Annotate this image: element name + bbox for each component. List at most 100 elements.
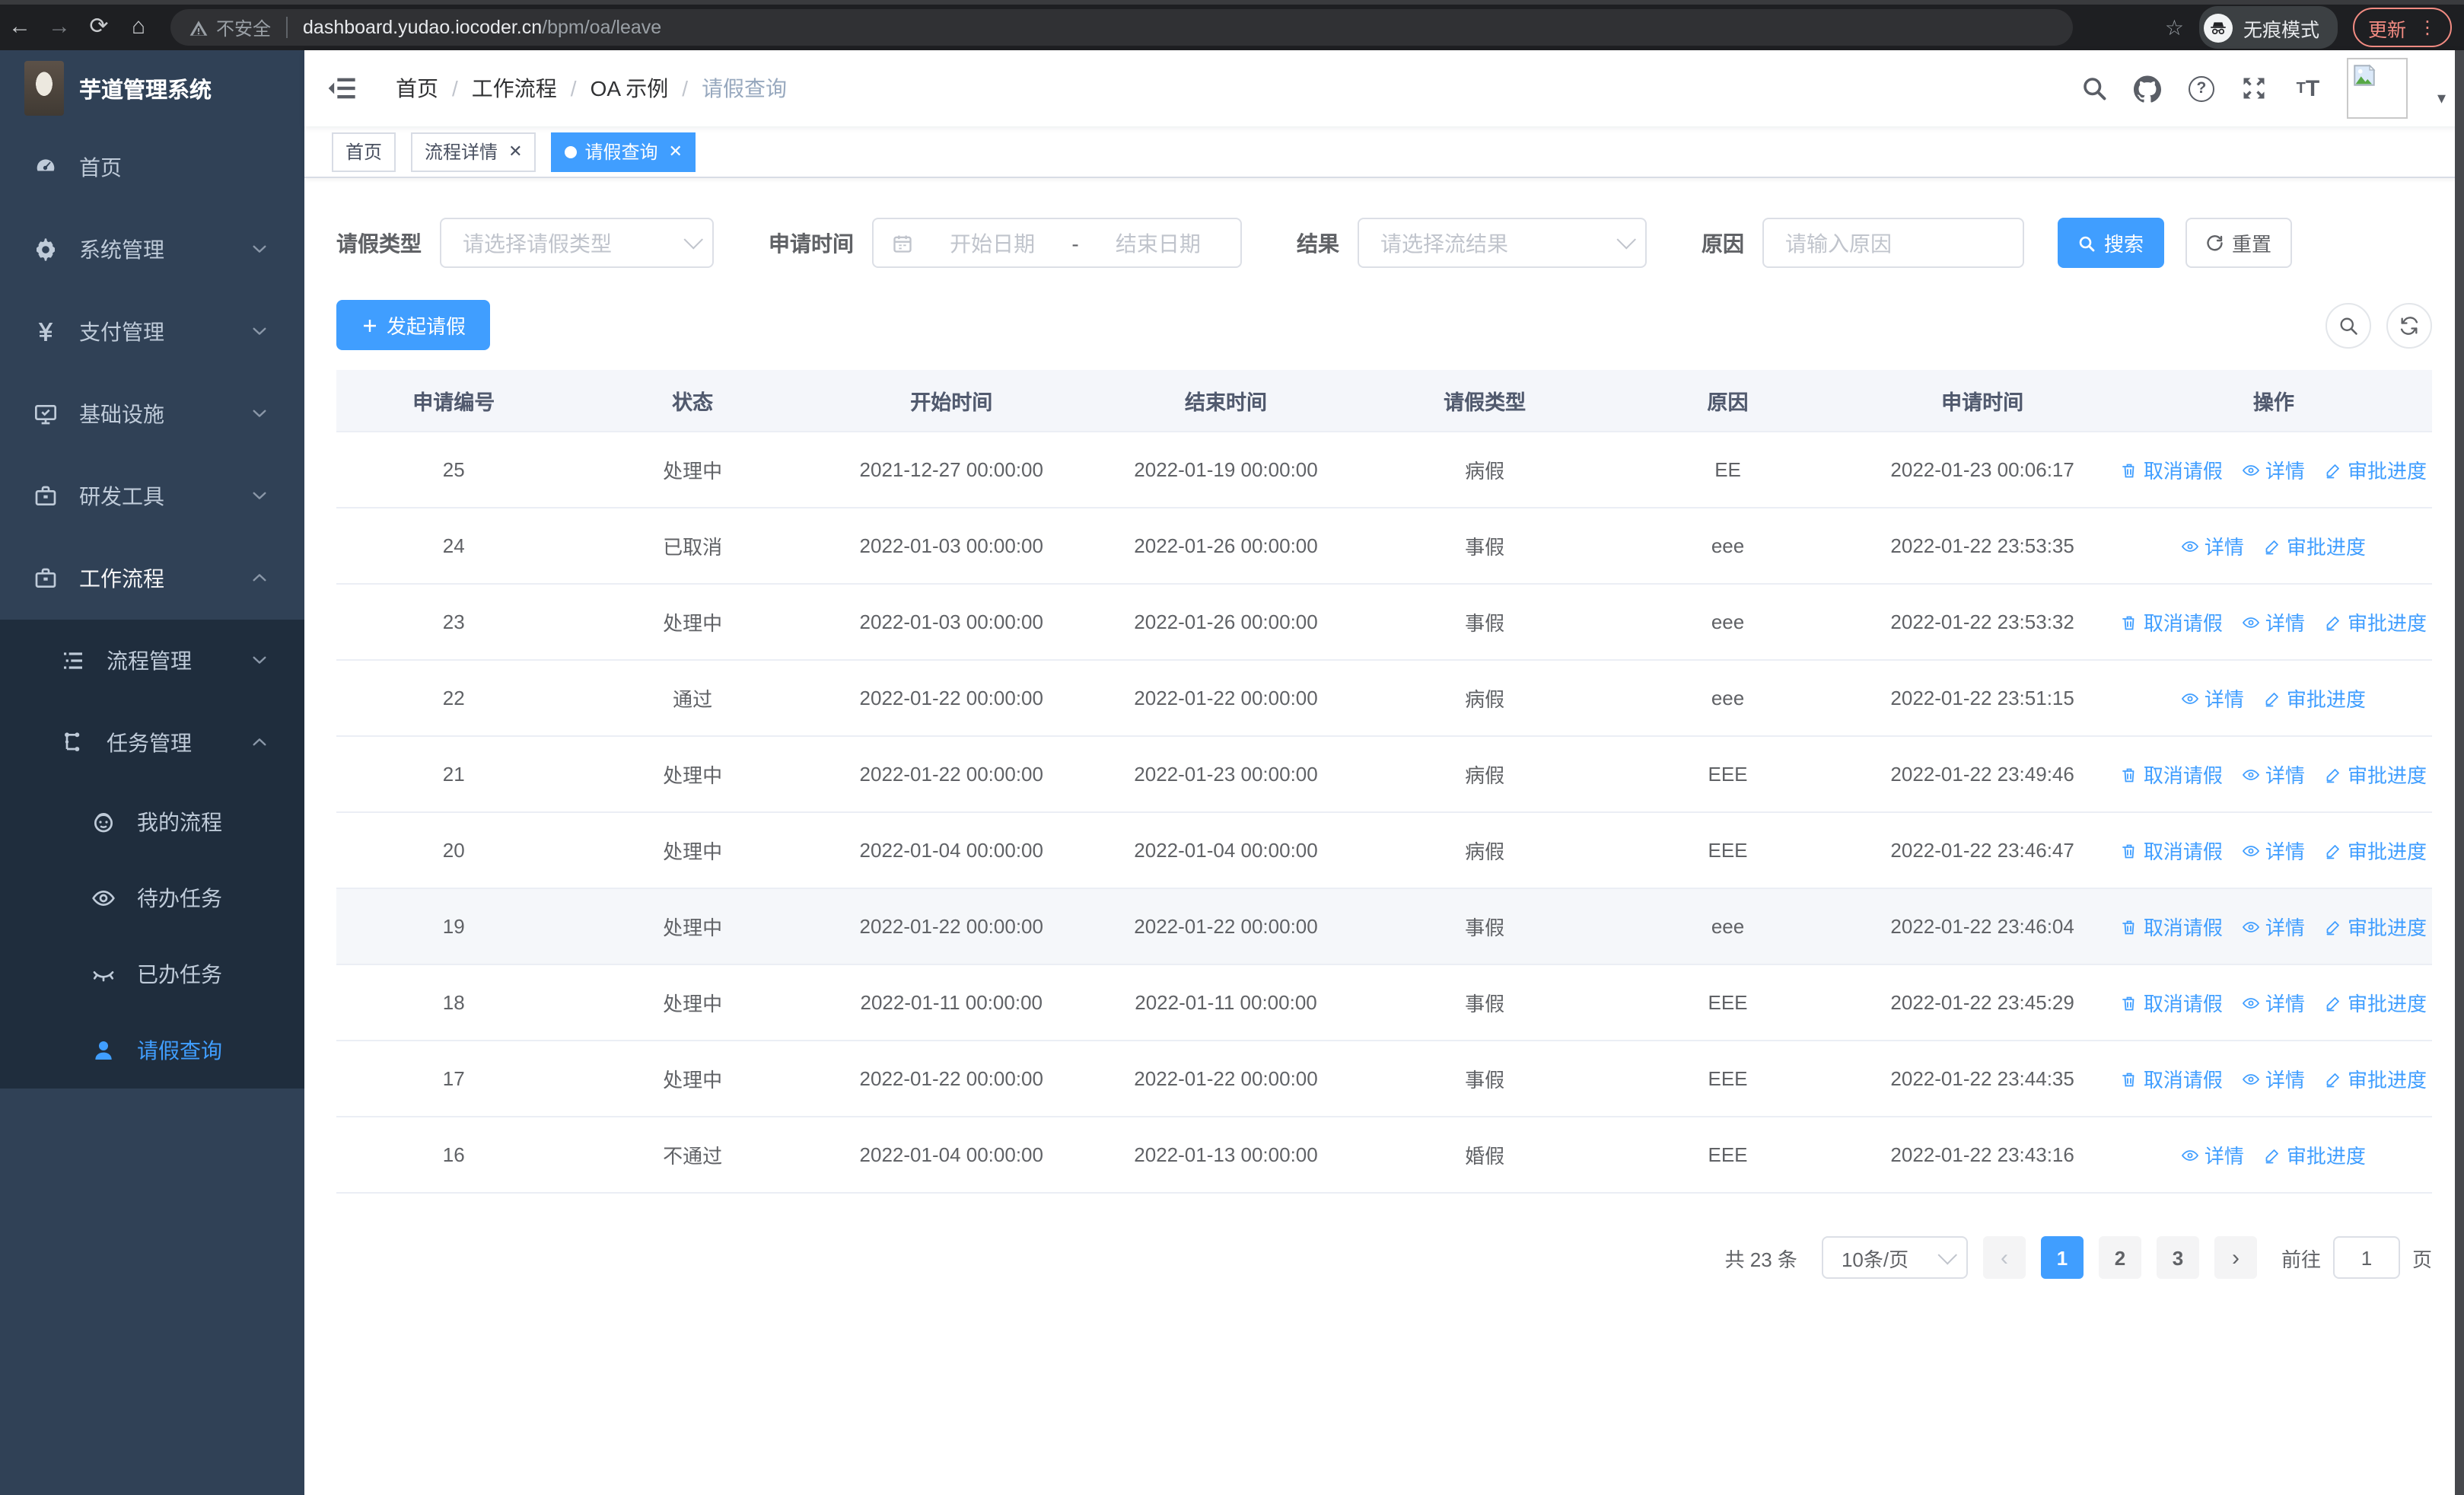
approval-progress-action[interactable]: 审批进度 xyxy=(2325,607,2427,636)
bookmark-star-icon[interactable]: ☆ xyxy=(2165,14,2184,40)
next-page-button[interactable]: › xyxy=(2214,1236,2257,1279)
reason-input[interactable] xyxy=(1762,218,2024,268)
detail-action[interactable]: 详情 xyxy=(2243,912,2305,941)
browser-reload-icon[interactable]: ⟳ xyxy=(79,5,119,50)
browser-menu-icon[interactable]: ⋮ xyxy=(2418,17,2437,38)
detail-action[interactable]: 详情 xyxy=(2243,607,2305,636)
close-icon[interactable]: ✕ xyxy=(508,133,522,170)
cancel-leave-action[interactable]: 取消请假 xyxy=(2121,836,2223,865)
table-row[interactable]: 21 处理中 2022-01-22 00:00:00 2022-01-23 00:00… xyxy=(336,737,2432,813)
avatar[interactable] xyxy=(2347,58,2408,119)
cancel-leave-action[interactable]: 取消请假 xyxy=(2121,1064,2223,1093)
breadcrumb-item[interactable]: 工作流程 xyxy=(472,73,557,104)
list-tree-icon xyxy=(61,649,85,673)
table-row[interactable]: 23 处理中 2022-01-03 00:00:00 2022-01-26 00:00… xyxy=(336,585,2432,661)
detail-action[interactable]: 详情 xyxy=(2243,1064,2305,1093)
cancel-leave-action[interactable]: 取消请假 xyxy=(2121,988,2223,1017)
tag-0[interactable]: 首页 xyxy=(332,132,396,171)
page-button-1[interactable]: 1 xyxy=(2040,1236,2084,1279)
search-button[interactable]: 搜索 xyxy=(2058,218,2164,268)
fullscreen-icon[interactable] xyxy=(2241,75,2268,102)
navbar: 首页 / 工作流程 / OA 示例 / 请假查询 ? TT ▾ xyxy=(304,50,2464,126)
sidebar-item-5[interactable]: 工作流程 xyxy=(0,537,304,620)
approval-progress-action[interactable]: 审批进度 xyxy=(2264,531,2366,560)
reset-button[interactable]: 重置 xyxy=(2185,218,2292,268)
leave-type-select[interactable]: 请选择请假类型 xyxy=(440,218,714,268)
sidebar-item-2[interactable]: 支付管理 xyxy=(0,291,304,373)
edit-icon xyxy=(2264,689,2282,707)
table-row[interactable]: 17 处理中 2022-01-22 00:00:00 2022-01-22 00:00… xyxy=(336,1041,2432,1117)
sidebar-subitem-3[interactable]: 待办任务 xyxy=(0,860,304,936)
table-row[interactable]: 19 处理中 2022-01-22 00:00:00 2022-01-22 00:00… xyxy=(336,889,2432,965)
cancel-leave-action[interactable]: 取消请假 xyxy=(2121,607,2223,636)
sidebar-toggle-icon[interactable] xyxy=(327,73,358,104)
prev-page-button[interactable]: ‹ xyxy=(1982,1236,2026,1279)
window-scrollbar[interactable] xyxy=(2455,50,2464,1495)
approval-progress-action[interactable]: 审批进度 xyxy=(2325,760,2427,789)
breadcrumb-item[interactable]: 首页 xyxy=(396,73,438,104)
goto-page-input[interactable] xyxy=(2332,1236,2400,1279)
approval-progress-action[interactable]: 审批进度 xyxy=(2325,912,2427,941)
sidebar-subitem-4[interactable]: 已办任务 xyxy=(0,936,304,1012)
table-cell: EE xyxy=(1714,458,1741,481)
tag-2[interactable]: 请假查询 ✕ xyxy=(551,132,696,171)
table-row[interactable]: 18 处理中 2022-01-11 00:00:00 2022-01-11 00:00… xyxy=(336,965,2432,1041)
table-row[interactable]: 24 已取消 2022-01-03 00:00:00 2022-01-26 00:00… xyxy=(336,508,2432,585)
approval-progress-action[interactable]: 审批进度 xyxy=(2325,455,2427,484)
sidebar-item-0[interactable]: 首页 xyxy=(0,126,304,209)
column-header: 操作 xyxy=(2252,391,2294,414)
sidebar-item-3[interactable]: 基础设施 xyxy=(0,373,304,455)
github-icon[interactable] xyxy=(2134,75,2162,102)
sidebar-subitem-2[interactable]: 我的流程 xyxy=(0,784,304,860)
logo-image xyxy=(24,61,64,116)
apply-time-range-picker[interactable]: 开始日期 - 结束日期 xyxy=(872,218,1242,268)
avatar-caret-icon[interactable]: ▾ xyxy=(2437,88,2446,107)
sidebar-item-4[interactable]: 研发工具 xyxy=(0,455,304,537)
font-size-icon[interactable]: TT xyxy=(2294,75,2322,102)
breadcrumb-item[interactable]: OA 示例 xyxy=(591,73,669,104)
header-search-icon[interactable] xyxy=(2081,75,2109,102)
approval-progress-action[interactable]: 审批进度 xyxy=(2264,1140,2366,1169)
page-size-select[interactable]: 10条/页 xyxy=(1821,1236,1968,1279)
sidebar-subitem-0[interactable]: 流程管理 xyxy=(0,620,304,702)
detail-action[interactable]: 详情 xyxy=(2182,531,2244,560)
gear-icon xyxy=(33,237,58,262)
browser-back-icon[interactable]: ← xyxy=(0,5,40,50)
table-row[interactable]: 20 处理中 2022-01-04 00:00:00 2022-01-04 00:00… xyxy=(336,813,2432,889)
approval-progress-action[interactable]: 审批进度 xyxy=(2325,1064,2427,1093)
toggle-search-button[interactable] xyxy=(2326,302,2371,348)
detail-action[interactable]: 详情 xyxy=(2182,684,2244,712)
detail-action[interactable]: 详情 xyxy=(2243,988,2305,1017)
detail-action[interactable]: 详情 xyxy=(2243,455,2305,484)
result-select[interactable]: 请选择流结果 xyxy=(1358,218,1647,268)
sidebar-item-1[interactable]: 系统管理 xyxy=(0,209,304,291)
page-button-2[interactable]: 2 xyxy=(2098,1236,2141,1279)
cancel-leave-action[interactable]: 取消请假 xyxy=(2121,912,2223,941)
create-leave-button[interactable]: 发起请假 xyxy=(336,300,491,350)
sidebar-subitem-5[interactable]: 请假查询 xyxy=(0,1012,304,1089)
refresh-table-button[interactable] xyxy=(2386,302,2432,348)
close-icon[interactable]: ✕ xyxy=(669,133,683,170)
tag-1[interactable]: 流程详情 ✕ xyxy=(411,132,536,171)
detail-action[interactable]: 详情 xyxy=(2243,836,2305,865)
approval-progress-action[interactable]: 审批进度 xyxy=(2325,836,2427,865)
cancel-leave-action[interactable]: 取消请假 xyxy=(2121,760,2223,789)
browser-home-icon[interactable]: ⌂ xyxy=(119,5,158,50)
actions-cell: 详情 审批进度 xyxy=(2115,1140,2432,1169)
browser-update-button[interactable]: 更新 ⋮ xyxy=(2352,8,2452,47)
browser-forward-icon[interactable]: → xyxy=(40,5,79,50)
approval-progress-action[interactable]: 审批进度 xyxy=(2325,988,2427,1017)
security-warning[interactable]: 不安全 xyxy=(189,14,271,40)
sidebar-subitem-1[interactable]: 任务管理 xyxy=(0,702,304,784)
page-button-3[interactable]: 3 xyxy=(2156,1236,2199,1279)
table-row[interactable]: 25 处理中 2021-12-27 00:00:00 2022-01-19 00:00… xyxy=(336,432,2432,508)
table-row[interactable]: 16 不通过 2022-01-04 00:00:00 2022-01-13 00:00… xyxy=(336,1117,2432,1194)
table-row[interactable]: 22 通过 2022-01-22 00:00:00 2022-01-22 00:00:… xyxy=(336,661,2432,737)
help-icon[interactable]: ? xyxy=(2188,75,2215,102)
cancel-leave-action[interactable]: 取消请假 xyxy=(2121,455,2223,484)
address-bar[interactable]: 不安全 dashboard.yudao.iocoder.cn/bpm/oa/le… xyxy=(170,9,2073,46)
detail-action[interactable]: 详情 xyxy=(2182,1140,2244,1169)
detail-action[interactable]: 详情 xyxy=(2243,760,2305,789)
approval-progress-action[interactable]: 审批进度 xyxy=(2264,684,2366,712)
app-logo[interactable]: 芋道管理系统 xyxy=(0,50,304,126)
